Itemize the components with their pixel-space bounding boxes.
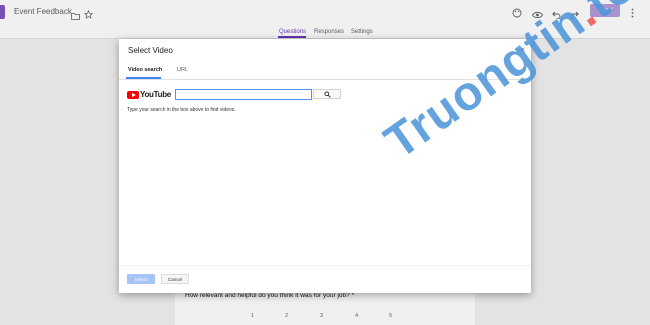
youtube-play-icon — [127, 90, 139, 99]
cancel-button[interactable]: Cancel — [161, 274, 189, 284]
youtube-logo: YouTube — [127, 90, 171, 99]
footer-divider — [119, 265, 531, 266]
select-button[interactable]: Select — [127, 274, 155, 284]
search-hint: Type your search in the box above to fin… — [127, 107, 236, 113]
video-search-input[interactable] — [175, 89, 312, 100]
youtube-wordmark: YouTube — [140, 90, 171, 99]
search-button[interactable] — [313, 89, 341, 99]
tab-video-search[interactable]: Video search — [128, 67, 162, 73]
search-icon — [314, 91, 340, 98]
tab-url[interactable]: URL — [177, 67, 188, 73]
dialog-title: Select Video — [128, 46, 173, 55]
